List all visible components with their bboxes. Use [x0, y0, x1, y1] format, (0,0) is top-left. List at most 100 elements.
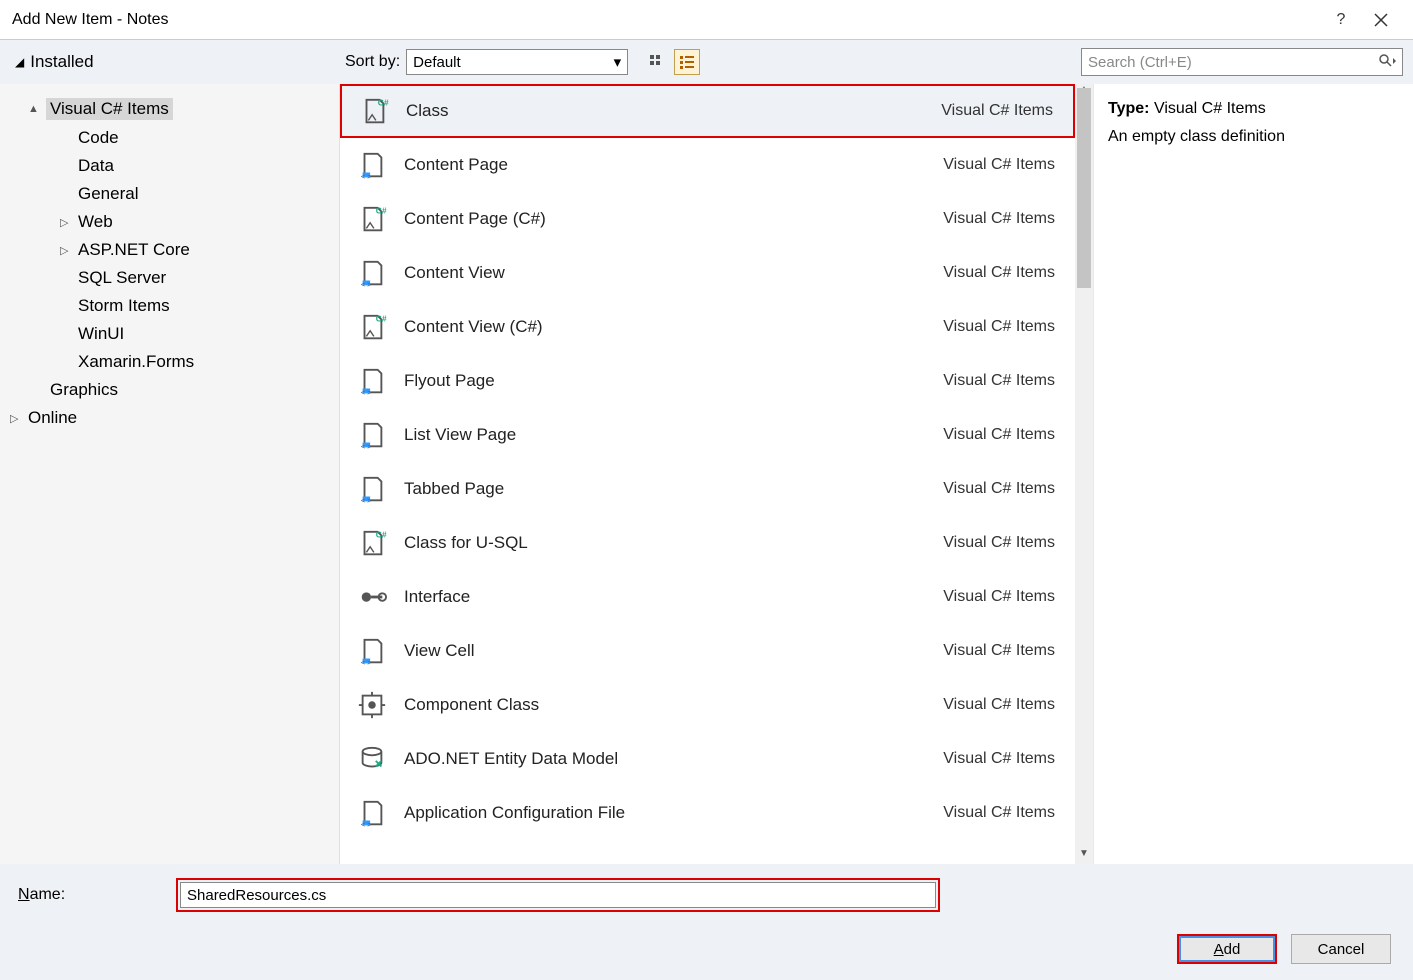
template-icon	[354, 687, 390, 723]
template-name: Component Class	[404, 695, 943, 715]
template-icon: C#	[354, 525, 390, 561]
expand-icon: ▷	[60, 216, 74, 229]
svg-text:< >: < >	[361, 658, 372, 666]
template-category: Visual C# Items	[943, 642, 1055, 660]
scroll-thumb[interactable]	[1077, 88, 1091, 288]
svg-text:< >: < >	[361, 280, 372, 288]
template-item[interactable]: Component ClassVisual C# Items	[340, 678, 1075, 732]
template-icon: < >	[354, 147, 390, 183]
name-label: Name:	[18, 886, 168, 904]
expand-icon: ▷	[10, 412, 24, 425]
cancel-button[interactable]: Cancel	[1291, 934, 1391, 964]
online-node[interactable]: ▷ Online	[0, 404, 339, 432]
template-item[interactable]: < > View CellVisual C# Items	[340, 624, 1075, 678]
template-item[interactable]: C#Class for U-SQLVisual C# Items	[340, 516, 1075, 570]
tree-node[interactable]: General	[0, 180, 339, 208]
svg-text:C#: C#	[376, 529, 387, 539]
template-name: Content View (C#)	[404, 317, 943, 337]
tree-node-label: SQL Server	[78, 268, 166, 288]
installed-expander-icon[interactable]: ◢	[15, 55, 24, 69]
template-category: Visual C# Items	[943, 210, 1055, 228]
help-button[interactable]: ?	[1321, 0, 1361, 40]
template-name: Tabbed Page	[404, 479, 943, 499]
template-category: Visual C# Items	[943, 372, 1055, 390]
template-item[interactable]: < >Flyout PageVisual C# Items	[340, 354, 1075, 408]
tree-node[interactable]: WinUI	[0, 320, 339, 348]
template-category: Visual C# Items	[941, 102, 1053, 120]
template-category: Visual C# Items	[943, 696, 1055, 714]
template-category: Visual C# Items	[943, 534, 1055, 552]
template-icon: < >	[354, 255, 390, 291]
details-panel: Type: Visual C# Items An empty class def…	[1093, 84, 1413, 864]
template-name: Content Page	[404, 155, 943, 175]
sort-label: Sort by:	[345, 53, 400, 71]
type-label: Type:	[1108, 100, 1149, 117]
template-item[interactable]: C#Content View (C#)Visual C# Items	[340, 300, 1075, 354]
tree-node[interactable]: ▷Web	[0, 208, 339, 236]
template-icon: C#	[354, 201, 390, 237]
template-icon: C#	[356, 93, 392, 129]
template-item[interactable]: < >Content PageVisual C# Items	[340, 138, 1075, 192]
search-input[interactable]: Search (Ctrl+E)	[1081, 48, 1403, 76]
template-category: Visual C# Items	[943, 750, 1055, 768]
tree-node[interactable]: Storm Items	[0, 292, 339, 320]
name-input[interactable]	[180, 882, 936, 908]
tree-node-label: Graphics	[50, 380, 118, 400]
template-item[interactable]: ADO.NET Entity Data ModelVisual C# Items	[340, 732, 1075, 786]
template-item[interactable]: < > Tabbed PageVisual C# Items	[340, 462, 1075, 516]
view-grid-button[interactable]	[644, 49, 670, 75]
tree-node[interactable]: ▲Visual C# Items	[0, 94, 339, 124]
sort-dropdown[interactable]: Default ▾	[406, 49, 628, 75]
template-item[interactable]: < > Application Configuration FileVisual …	[340, 786, 1075, 840]
main-area: ▲Visual C# ItemsCodeDataGeneral▷Web▷ASP.…	[0, 84, 1413, 864]
view-list-button[interactable]	[674, 49, 700, 75]
svg-text:< >: < >	[361, 496, 372, 504]
tree-node[interactable]: Xamarin.Forms	[0, 348, 339, 376]
template-category: Visual C# Items	[943, 264, 1055, 282]
scroll-down-icon[interactable]: ▼	[1075, 848, 1093, 864]
sort-value: Default	[413, 54, 461, 71]
template-name: Application Configuration File	[404, 803, 943, 823]
scrollbar[interactable]: ▲ ▼	[1075, 84, 1093, 864]
template-icon: < >	[354, 363, 390, 399]
template-icon: < >	[354, 417, 390, 453]
template-category: Visual C# Items	[943, 480, 1055, 498]
search-placeholder: Search (Ctrl+E)	[1088, 54, 1192, 71]
tree-node-label: Xamarin.Forms	[78, 352, 194, 372]
tree-node[interactable]: Code	[0, 124, 339, 152]
tree-node-label: Code	[78, 128, 119, 148]
chevron-down-icon: ▾	[614, 53, 622, 71]
search-icon	[1378, 53, 1396, 71]
svg-text:C#: C#	[376, 313, 387, 323]
template-list: C#ClassVisual C# Items< >Content PageVis…	[340, 84, 1075, 864]
template-category: Visual C# Items	[943, 588, 1055, 606]
template-icon	[354, 579, 390, 615]
tree-node[interactable]: Graphics	[0, 376, 339, 404]
template-icon: < >	[354, 795, 390, 831]
template-item[interactable]: < >List View PageVisual C# Items	[340, 408, 1075, 462]
template-name: View Cell	[404, 641, 943, 661]
template-item[interactable]: InterfaceVisual C# Items	[340, 570, 1075, 624]
close-button[interactable]	[1361, 0, 1401, 40]
category-tree: ▲Visual C# Items Code Data General ▷Web▷ASP.…	[0, 84, 340, 864]
template-item[interactable]: C#Content Page (C#)Visual C# Items	[340, 192, 1075, 246]
tree-node[interactable]: SQL Server	[0, 264, 339, 292]
template-item[interactable]: < >Content ViewVisual C# Items	[340, 246, 1075, 300]
tree-node[interactable]: Data	[0, 152, 339, 180]
template-item[interactable]: C# ClassVisual C# Items	[340, 84, 1075, 138]
expand-icon: ▲	[28, 103, 42, 115]
type-description: An empty class definition	[1108, 128, 1399, 146]
installed-label[interactable]: Installed	[30, 52, 93, 72]
template-name: Class	[406, 101, 941, 121]
toolbar: ◢ Installed Sort by: Default ▾ Search (C…	[0, 40, 1413, 84]
add-button[interactable]: Add	[1177, 934, 1277, 964]
template-category: Visual C# Items	[943, 804, 1055, 822]
name-input-highlight	[176, 878, 940, 912]
template-icon: < >	[354, 633, 390, 669]
template-list-panel: C#ClassVisual C# Items< >Content PageVis…	[340, 84, 1093, 864]
tree-node[interactable]: ▷ASP.NET Core	[0, 236, 339, 264]
tree-node-label: General	[78, 184, 138, 204]
titlebar: Add New Item - Notes ?	[0, 0, 1413, 40]
online-label: Online	[28, 408, 77, 428]
type-value: Visual C# Items	[1154, 100, 1266, 117]
